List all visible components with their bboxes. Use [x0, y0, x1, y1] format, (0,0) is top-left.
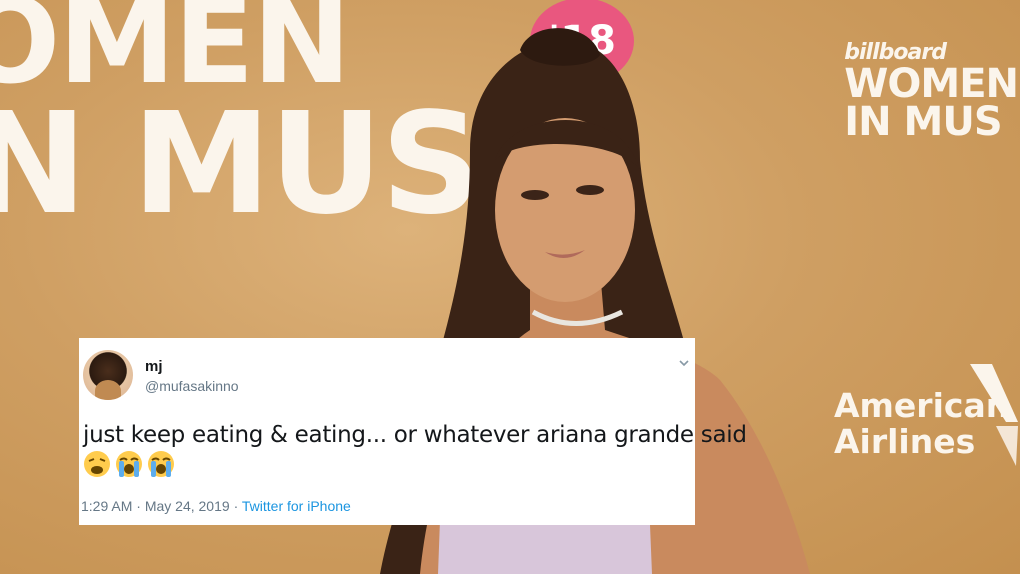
- user-handle[interactable]: @mufasakinno: [145, 378, 239, 394]
- chevron-down-icon[interactable]: [679, 358, 689, 368]
- tweet-date[interactable]: May 24, 2019: [145, 498, 230, 514]
- display-name[interactable]: mj: [145, 358, 163, 375]
- avatar[interactable]: [83, 350, 133, 400]
- meta-separator: ·: [136, 498, 141, 514]
- weary-face-icon: [84, 451, 110, 477]
- tweet-source-link[interactable]: Twitter for iPhone: [242, 498, 351, 514]
- tweet-card: mj @mufasakinno just keep eating & eatin…: [79, 338, 747, 525]
- loudly-crying-face-icon: [116, 451, 142, 477]
- tweet-time[interactable]: 1:29 AM: [81, 498, 132, 514]
- tweet-meta: 1:29 AM · May 24, 2019 · Twitter for iPh…: [81, 498, 351, 514]
- meta-separator: ·: [233, 498, 239, 514]
- tweet-text: just keep eating & eating... or whatever…: [83, 422, 747, 448]
- emoji-row: [83, 450, 175, 478]
- loudly-crying-face-icon: [148, 451, 174, 477]
